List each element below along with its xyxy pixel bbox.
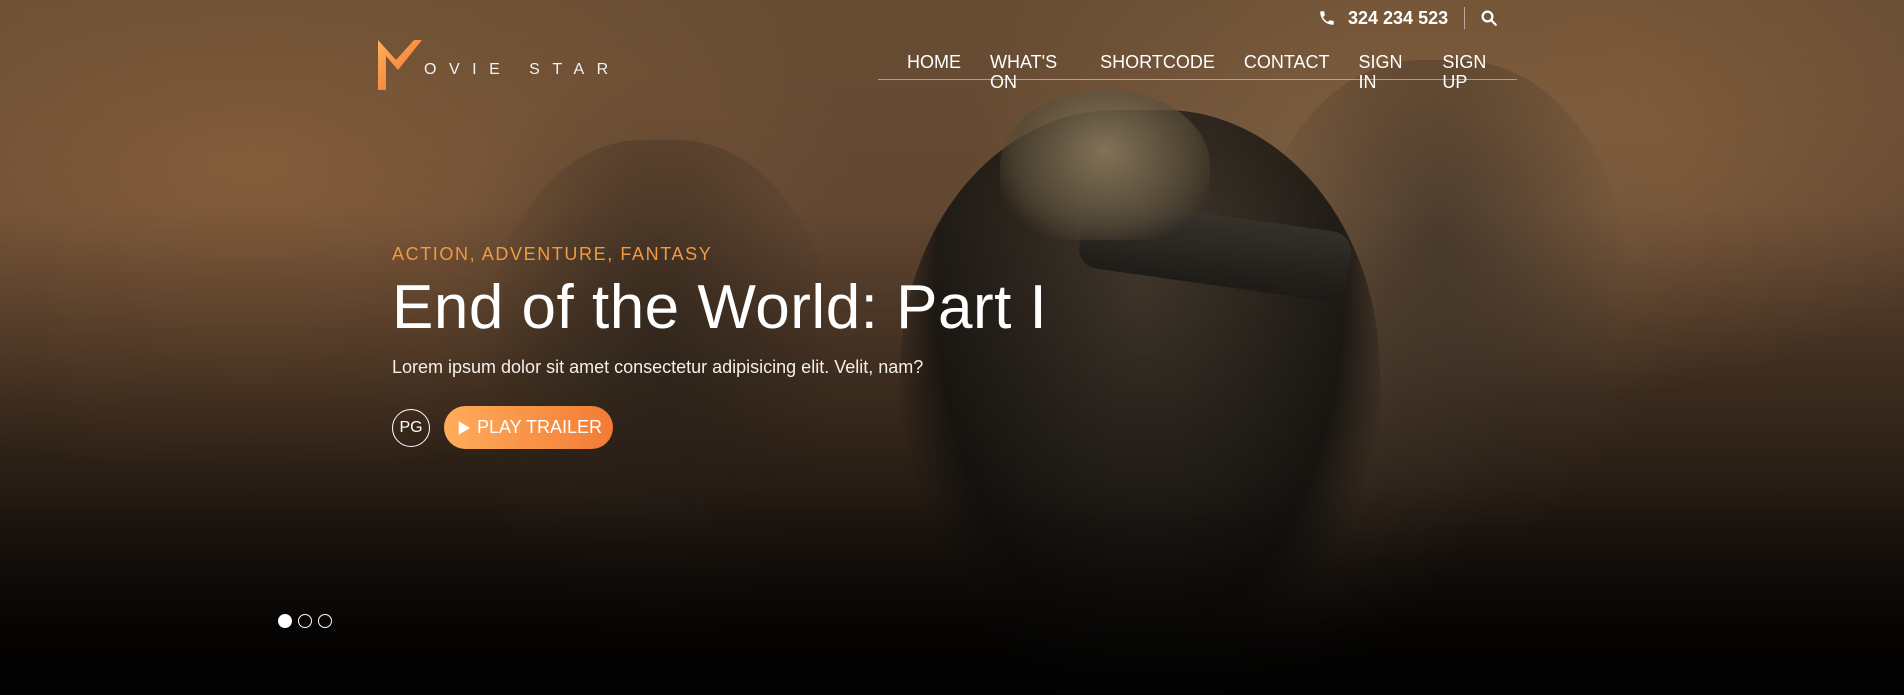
- nav-sign-in[interactable]: SIGN IN: [1359, 52, 1414, 92]
- slider-dot-1[interactable]: [278, 614, 292, 628]
- nav-home[interactable]: HOME: [907, 52, 961, 79]
- movie-description: Lorem ipsum dolor sit amet consectetur a…: [392, 357, 924, 377]
- play-icon: [458, 420, 470, 435]
- movie-genres: ACTION, ADVENTURE, FANTASY: [392, 244, 713, 264]
- logo-mark-icon: [378, 40, 422, 90]
- nav-sign-up[interactable]: SIGN UP: [1442, 52, 1503, 92]
- search-button[interactable]: [1479, 8, 1499, 28]
- hero-actions: PG PLAY TRAILER: [392, 406, 1292, 449]
- phone-icon: [1320, 11, 1334, 25]
- search-icon: [1481, 10, 1497, 26]
- logo-text: OVIE STAR: [424, 61, 621, 78]
- hero-content: ACTION, ADVENTURE, FANTASY End of the Wo…: [392, 244, 1292, 449]
- phone-link[interactable]: 324 234 523: [1318, 8, 1448, 29]
- nav-shortcode[interactable]: SHORTCODE: [1100, 52, 1215, 79]
- main-nav: HOME WHAT'S ON SHORTCODE CONTACT SIGN IN…: [878, 52, 1517, 92]
- logo[interactable]: OVIE STAR: [376, 38, 621, 92]
- phone-number: 324 234 523: [1348, 7, 1449, 28]
- movie-title: End of the World: Part I: [392, 273, 1048, 342]
- play-trailer-button[interactable]: PLAY TRAILER: [444, 406, 613, 449]
- hero-banner: 324 234 523 OVIE STAR HOME WHAT'S ON SHO…: [0, 0, 1904, 695]
- rating-badge: PG: [392, 408, 430, 447]
- nav-whats-on[interactable]: WHAT'S ON: [990, 52, 1071, 92]
- slider-dot-3[interactable]: [318, 614, 332, 628]
- slider-dot-2[interactable]: [298, 614, 312, 628]
- play-trailer-label: PLAY TRAILER: [476, 417, 603, 437]
- nav-contact[interactable]: CONTACT: [1244, 52, 1330, 79]
- slider-pagination: [278, 614, 332, 628]
- top-bar: 324 234 523: [1318, 6, 1499, 30]
- topbar-divider: [1464, 7, 1466, 29]
